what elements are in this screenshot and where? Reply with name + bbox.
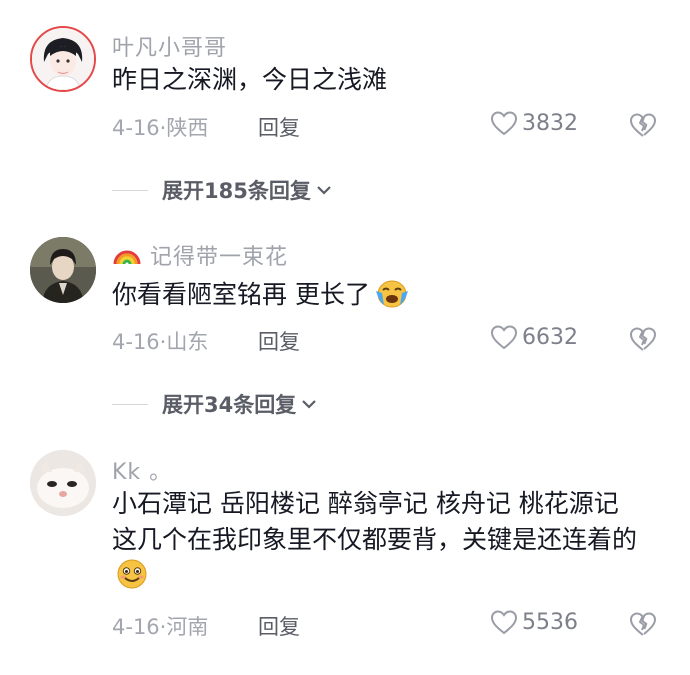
comment-item: Kk 。 小石潭记 岳阳楼记 醉翁亭记 核舟记 桃花源记 这几个在我印象里不仅都…: [0, 430, 690, 675]
expand-replies-button[interactable]: 展开185条回复: [112, 175, 333, 205]
comment-meta: 4-16·陕西: [112, 116, 209, 140]
chevron-down-icon: [302, 400, 317, 409]
rainbow-icon: [113, 250, 141, 265]
broken-heart-icon: [630, 113, 656, 137]
chevron-down-icon: [317, 186, 331, 195]
heart-icon: [490, 325, 518, 350]
reply-button[interactable]: 回复: [258, 611, 300, 641]
comment-meta: 4-16·山东: [112, 330, 209, 354]
like-count: 5536: [522, 609, 578, 635]
avatar[interactable]: [30, 237, 96, 303]
like-button[interactable]: 6632: [490, 324, 578, 350]
avatar[interactable]: [30, 450, 96, 516]
comment-item: 叶凡小哥哥 昨日之深渊，今日之浅滩 4-16·陕西 回复 3832 展开185条…: [0, 0, 690, 215]
username[interactable]: Kk 。: [112, 454, 172, 486]
comment-text-body: 小石潭记 岳阳楼记 醉翁亭记 核舟记 桃花源记 这几个在我印象里不仅都要背，关键…: [112, 489, 638, 554]
username[interactable]: 记得带一束花: [112, 239, 288, 271]
crying-face-icon: [375, 280, 408, 308]
reply-button[interactable]: 回复: [258, 112, 300, 142]
comment-text: 小石潭记 岳阳楼记 醉翁亭记 核舟记 桃花源记 这几个在我印象里不仅都要背，关键…: [112, 486, 650, 594]
divider-line: [112, 189, 148, 191]
like-count: 3832: [522, 110, 578, 136]
expand-replies-button[interactable]: 展开34条回复: [112, 389, 318, 419]
expand-replies-label: 展开34条回复: [162, 393, 297, 417]
like-button[interactable]: 5536: [490, 609, 578, 635]
heart-icon: [490, 610, 518, 635]
username-text: 记得带一束花: [150, 245, 289, 270]
like-button[interactable]: 3832: [490, 110, 578, 136]
comment-meta: 4-16·河南: [112, 615, 209, 639]
avatar[interactable]: [30, 26, 96, 92]
dislike-button[interactable]: [628, 326, 658, 356]
comment-text-body: 你看看陋室铭再 更长了: [112, 280, 370, 309]
username[interactable]: 叶凡小哥哥: [112, 30, 227, 62]
divider-line: [112, 403, 148, 405]
dislike-button[interactable]: [628, 112, 658, 142]
reply-button[interactable]: 回复: [258, 326, 300, 356]
broken-heart-icon: [630, 612, 656, 636]
like-count: 6632: [522, 324, 578, 350]
broken-heart-icon: [630, 327, 656, 351]
expand-replies-label: 展开185条回复: [162, 179, 311, 203]
comment-item: 记得带一束花 你看看陋室铭再 更长了 4-16·山东 回复 6632 展开34条…: [0, 215, 690, 430]
comment-text: 昨日之深渊，今日之浅滩: [112, 65, 388, 94]
heart-icon: [490, 111, 518, 136]
dislike-button[interactable]: [628, 611, 658, 641]
smiling-face-icon: [117, 559, 147, 589]
comment-text: 你看看陋室铭再 更长了: [112, 277, 650, 313]
